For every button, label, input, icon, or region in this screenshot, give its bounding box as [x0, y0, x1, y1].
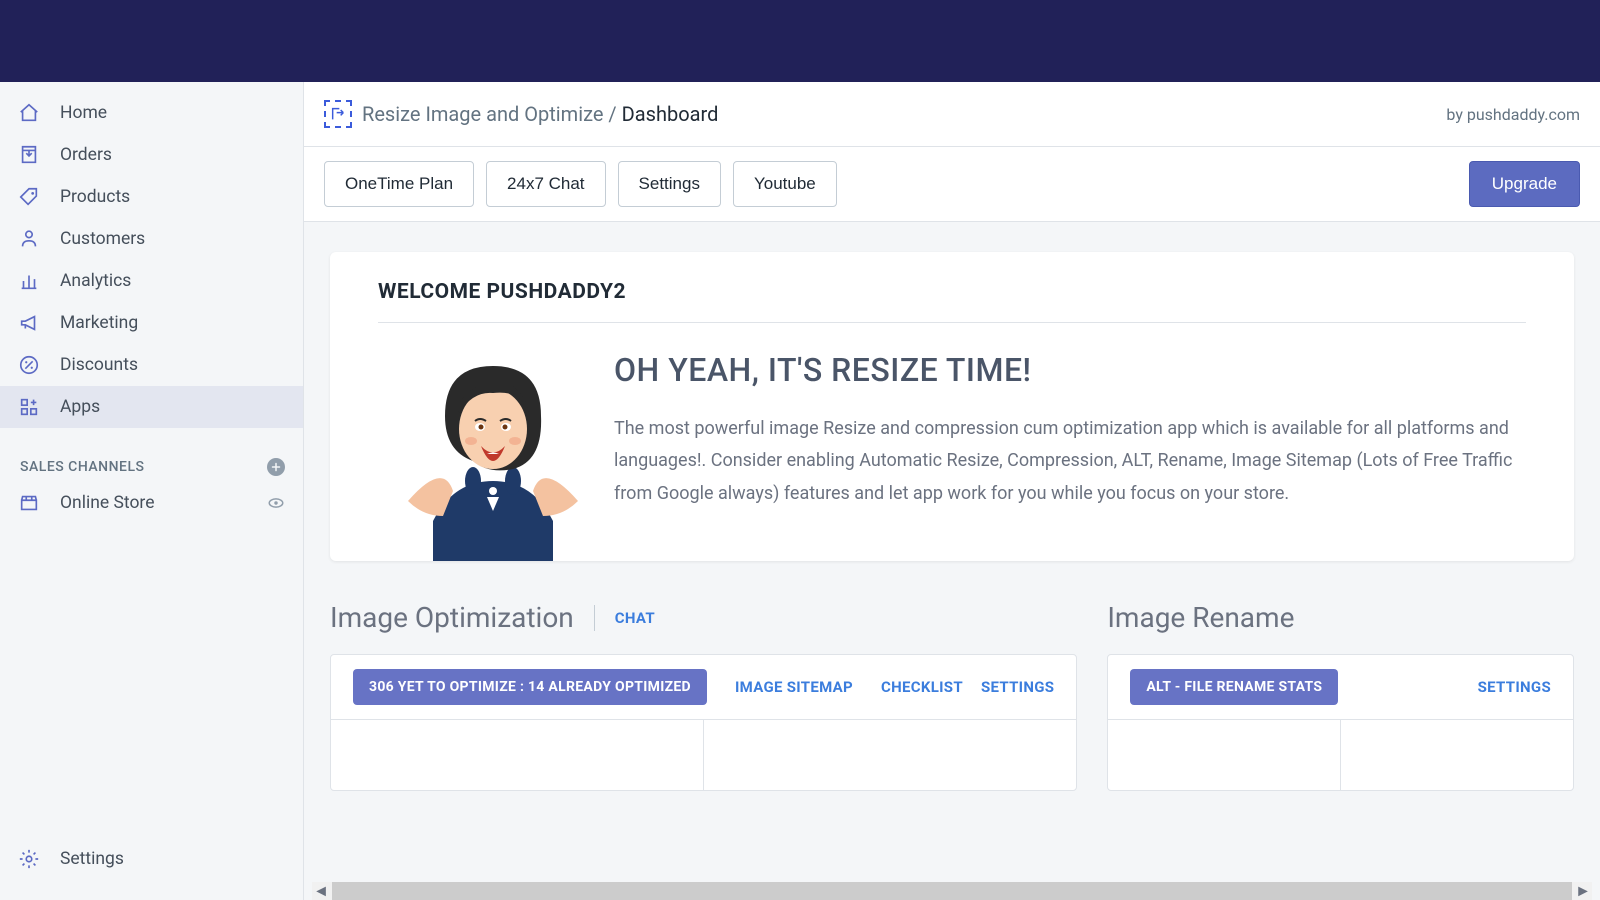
optimize-status-pill[interactable]: 306 YET TO OPTIMIZE : 14 ALREADY OPTIMIZ…: [353, 669, 707, 705]
section-header: Image Rename: [1107, 601, 1574, 634]
toolbar-left: OneTime Plan 24x7 Chat Settings Youtube: [324, 161, 837, 207]
section-header: Image Optimization CHAT: [330, 601, 1077, 634]
sidebar-item-online-store[interactable]: Online Store: [0, 482, 303, 524]
toolbar: OneTime Plan 24x7 Chat Settings Youtube …: [304, 147, 1600, 222]
settings-tab[interactable]: SETTINGS: [981, 678, 1054, 696]
sidebar-item-label: Products: [60, 187, 130, 207]
scroll-right-arrow[interactable]: ►: [1574, 882, 1592, 900]
welcome-card: WELCOME PUSHDADDY2: [330, 252, 1574, 561]
content-header: Resize Image and Optimize / Dashboard by…: [304, 82, 1600, 147]
tab-bar: 306 YET TO OPTIMIZE : 14 ALREADY OPTIMIZ…: [331, 655, 1076, 720]
add-channel-button[interactable]: [267, 458, 285, 476]
welcome-title: WELCOME PUSHDADDY2: [378, 280, 1526, 323]
content: Resize Image and Optimize / Dashboard by…: [304, 82, 1600, 900]
marketing-icon: [18, 312, 40, 334]
grid-body: [331, 720, 1076, 790]
main-layout: Home Orders Products Customers: [0, 82, 1600, 900]
section-label: SALES CHANNELS: [20, 459, 144, 475]
youtube-button[interactable]: Youtube: [733, 161, 837, 207]
divider: [594, 605, 595, 631]
sidebar-item-label: Home: [60, 103, 107, 123]
sidebar-item-home[interactable]: Home: [0, 92, 303, 134]
breadcrumb-page: Dashboard: [622, 102, 719, 126]
breadcrumb-app-name[interactable]: Resize Image and Optimize: [362, 102, 603, 126]
tab-bar: ALT - FILE RENAME STATS SETTINGS: [1108, 655, 1573, 720]
section-title: Image Optimization: [330, 601, 574, 634]
grid-cell: [1341, 720, 1573, 790]
discounts-icon: [18, 354, 40, 376]
breadcrumb: Resize Image and Optimize / Dashboard: [324, 100, 718, 128]
image-rename-section: Image Rename ALT - FILE RENAME STATS SET…: [1107, 601, 1574, 791]
settings-button[interactable]: Settings: [618, 161, 721, 207]
sidebar-item-analytics[interactable]: Analytics: [0, 260, 303, 302]
scrollbar-track[interactable]: [332, 882, 1572, 900]
main-area: WELCOME PUSHDADDY2: [304, 222, 1600, 890]
sidebar-item-marketing[interactable]: Marketing: [0, 302, 303, 344]
scroll-left-arrow[interactable]: ◄: [312, 882, 330, 900]
breadcrumb-text: Resize Image and Optimize / Dashboard: [362, 102, 718, 126]
section-title: Image Rename: [1107, 601, 1294, 634]
sidebar-item-customers[interactable]: Customers: [0, 218, 303, 260]
alt-rename-pill[interactable]: ALT - FILE RENAME STATS: [1130, 669, 1338, 705]
sidebar-item-label: Customers: [60, 229, 145, 249]
sidebar-section-sales-channels: SALES CHANNELS: [0, 448, 303, 482]
grid-cell: [1108, 720, 1341, 790]
upgrade-button[interactable]: Upgrade: [1469, 161, 1580, 207]
stats-row: Image Optimization CHAT 306 YET TO OPTIM…: [330, 601, 1574, 791]
byline: by pushdaddy.com: [1446, 105, 1580, 124]
chat-button[interactable]: 24x7 Chat: [486, 161, 606, 207]
optimization-card: 306 YET TO OPTIMIZE : 14 ALREADY OPTIMIZ…: [330, 654, 1077, 791]
apps-icon: [18, 396, 40, 418]
image-sitemap-tab[interactable]: IMAGE SITEMAP: [735, 678, 853, 696]
customers-icon: [18, 228, 40, 250]
sidebar-item-label: Settings: [60, 849, 124, 869]
top-banner: [0, 0, 1600, 82]
sidebar-item-settings[interactable]: Settings: [0, 838, 303, 880]
sidebar-item-label: Marketing: [60, 313, 138, 333]
welcome-text: OH YEAH, IT'S RESIZE TIME! The most powe…: [608, 351, 1526, 510]
settings-icon: [18, 848, 40, 870]
app-logo-icon: [324, 100, 352, 128]
sidebar-item-orders[interactable]: Orders: [0, 134, 303, 176]
sidebar-item-label: Apps: [60, 397, 100, 417]
breadcrumb-sep: /: [608, 102, 616, 126]
welcome-illustration: [378, 351, 608, 561]
sidebar: Home Orders Products Customers: [0, 82, 304, 900]
sidebar-item-label: Analytics: [60, 271, 131, 291]
sidebar-item-products[interactable]: Products: [0, 176, 303, 218]
home-icon: [18, 102, 40, 124]
analytics-icon: [18, 270, 40, 292]
view-store-button[interactable]: [267, 494, 285, 512]
welcome-paragraph: The most powerful image Resize and compr…: [614, 413, 1526, 510]
grid-cell: [704, 720, 1076, 790]
welcome-body: OH YEAH, IT'S RESIZE TIME! The most powe…: [378, 323, 1526, 561]
horizontal-scrollbar[interactable]: ◄ ►: [312, 882, 1592, 900]
sidebar-item-discounts[interactable]: Discounts: [0, 344, 303, 386]
sidebar-item-label: Discounts: [60, 355, 138, 375]
image-optimization-section: Image Optimization CHAT 306 YET TO OPTIM…: [330, 601, 1077, 791]
onetime-plan-button[interactable]: OneTime Plan: [324, 161, 474, 207]
sidebar-item-label: Orders: [60, 145, 112, 165]
online-store-icon: [18, 492, 40, 514]
checklist-tab[interactable]: CHECKLIST: [881, 678, 963, 696]
sidebar-item-apps[interactable]: Apps: [0, 386, 303, 428]
grid-body: [1108, 720, 1573, 790]
sidebar-item-label: Online Store: [60, 493, 154, 513]
sidebar-items: Home Orders Products Customers: [0, 82, 303, 428]
products-icon: [18, 186, 40, 208]
grid-cell: [331, 720, 704, 790]
orders-icon: [18, 144, 40, 166]
chat-link[interactable]: CHAT: [615, 609, 655, 627]
rename-card: ALT - FILE RENAME STATS SETTINGS: [1107, 654, 1574, 791]
settings-tab[interactable]: SETTINGS: [1478, 678, 1551, 696]
welcome-headline: OH YEAH, IT'S RESIZE TIME!: [614, 351, 1526, 389]
